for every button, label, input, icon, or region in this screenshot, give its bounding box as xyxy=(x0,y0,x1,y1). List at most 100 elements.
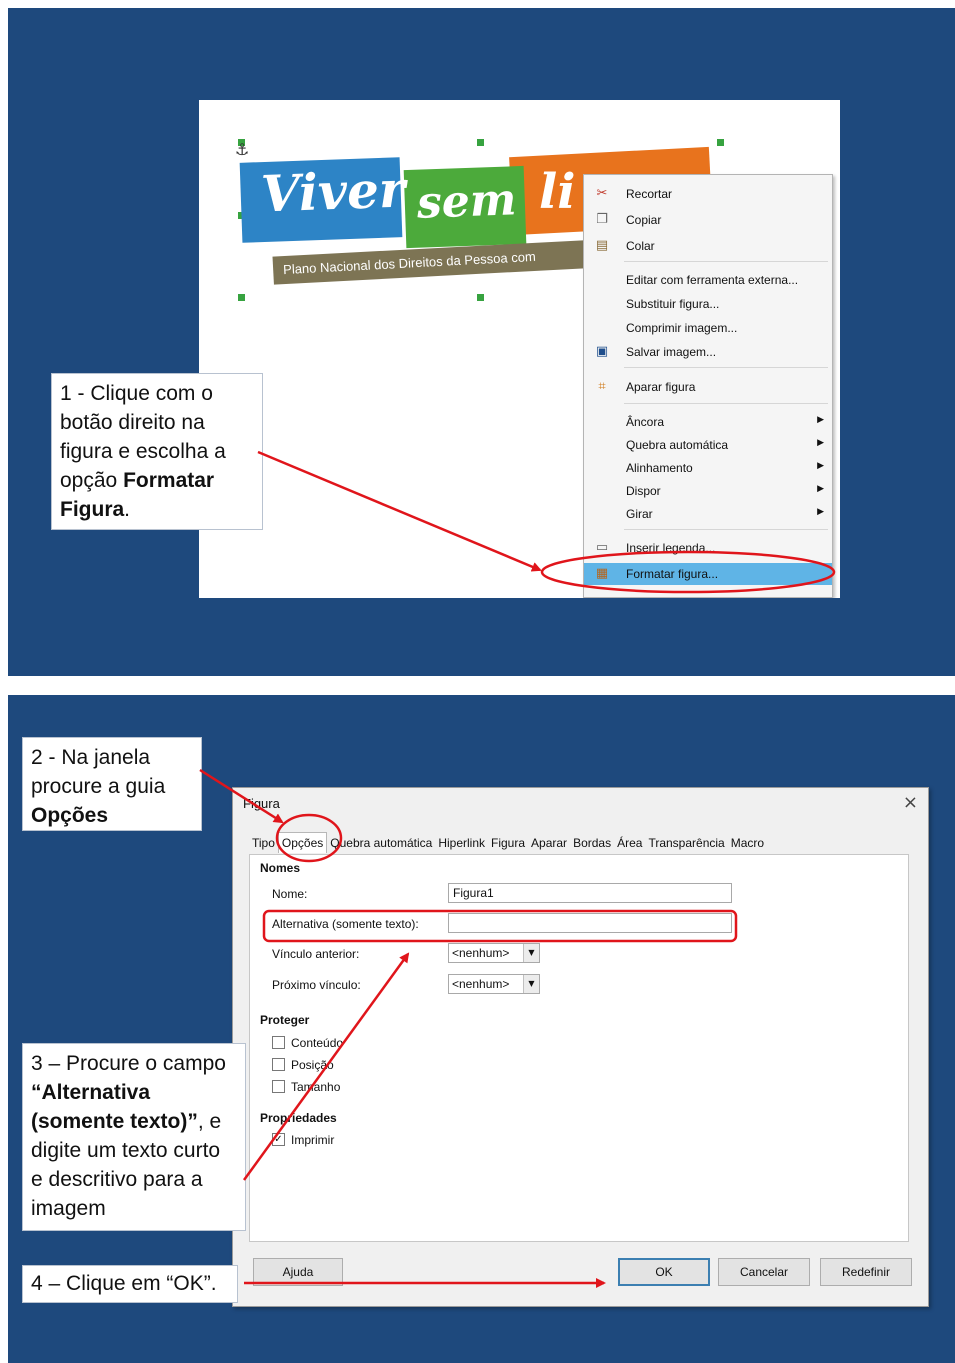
caption-icon: ▭ xyxy=(595,540,609,555)
close-icon[interactable]: × xyxy=(903,792,918,813)
dialog-tabs: Tipo Opções Quebra automática Hiperlink Figu… xyxy=(249,832,767,854)
menu-item[interactable]: ❐ Copiar xyxy=(584,209,832,231)
menu-item-label: Editar com ferramenta externa... xyxy=(626,273,799,287)
step3-line: imagem xyxy=(31,1197,106,1220)
dialog-tab[interactable]: Tipo xyxy=(249,833,278,853)
print-checkbox[interactable]: ✓ xyxy=(272,1133,285,1146)
dialog-tab[interactable]: Opções xyxy=(277,832,328,853)
prev-link-label: Vínculo anterior: xyxy=(272,947,360,961)
reset-button[interactable]: Redefinir xyxy=(820,1258,912,1286)
menu-item-label: Formatar figura... xyxy=(626,567,719,581)
next-link-select[interactable]: <nenhum> ▼ xyxy=(448,974,540,994)
step2-callout: 2 - Na janela procure a guia Opções xyxy=(22,737,202,831)
copy-icon: ❐ xyxy=(596,212,608,227)
menu-item[interactable]: ▦ Formatar figura... xyxy=(584,563,832,585)
chevron-right-icon: ▶ xyxy=(817,507,824,517)
crop-icon: ⌗ xyxy=(598,379,606,394)
selection-handle[interactable] xyxy=(477,294,484,301)
dialog-tab[interactable]: Transparência xyxy=(645,833,727,853)
alt-text-field[interactable] xyxy=(448,913,732,933)
protect-content-checkbox[interactable] xyxy=(272,1036,285,1049)
menu-item[interactable]: Editar com ferramenta externa... xyxy=(584,269,832,291)
menu-item-label: Âncora xyxy=(626,415,665,429)
ok-button[interactable]: OK xyxy=(618,1258,710,1286)
menu-separator xyxy=(624,403,828,404)
chevron-down-icon[interactable]: ▼ xyxy=(523,975,539,993)
dialog-title: Figura xyxy=(243,796,280,811)
step1-callout: 1 - Clique com o botão direito na figura… xyxy=(51,373,263,530)
menu-item-label: Inserir legenda... xyxy=(626,541,716,555)
chevron-right-icon: ▶ xyxy=(817,461,824,471)
dialog-tab[interactable]: Hiperlink xyxy=(435,833,488,853)
menu-item[interactable]: ✂ Recortar xyxy=(584,183,832,205)
cancel-button[interactable]: Cancelar xyxy=(718,1258,810,1286)
options-tab-page: Nomes Nome: Figura1 Alternativa (somente… xyxy=(249,854,909,1242)
menu-item[interactable]: Substituir figura... xyxy=(584,293,832,315)
protect-content-label: Conteúdo xyxy=(291,1036,344,1050)
prev-link-value: <nenhum> xyxy=(452,946,510,960)
menu-item-label: Girar xyxy=(626,507,653,521)
menu-item-label: Salvar imagem... xyxy=(626,345,717,359)
menu-separator xyxy=(624,529,828,530)
print-label: Imprimir xyxy=(291,1133,335,1147)
logo-word-limite: li xyxy=(539,164,576,220)
menu-item-label: Copiar xyxy=(626,213,662,227)
step3-line: 3 – Procure o campo xyxy=(31,1052,226,1075)
chevron-down-icon[interactable]: ▼ xyxy=(523,944,539,962)
writer-document-screenshot: ⚓ Viver sem li Plano Nacional dos Direit… xyxy=(199,100,840,598)
selection-handle[interactable] xyxy=(717,139,724,146)
section-names: Nomes xyxy=(260,861,301,875)
menu-item[interactable]: Alinhamento ▶ xyxy=(584,457,832,479)
menu-item-label: Quebra automática xyxy=(626,438,729,452)
menu-item-label: Comprimir imagem... xyxy=(626,321,738,335)
menu-item[interactable]: Comprimir imagem... xyxy=(584,317,832,339)
step2-4-panel: Figura × Tipo Opções Quebra automática Hipe… xyxy=(8,695,955,1363)
step2-line: procure a guia xyxy=(31,775,166,798)
menu-item[interactable]: Quebra automática ▶ xyxy=(584,434,832,456)
menu-item[interactable]: ⌗ Aparar figura xyxy=(584,376,832,398)
dialog-tab[interactable]: Quebra automática xyxy=(327,833,435,853)
step2-line: 2 - Na janela xyxy=(31,746,151,769)
protect-position-checkbox[interactable] xyxy=(272,1058,285,1071)
menu-item[interactable]: ▣ Salvar imagem... xyxy=(584,341,832,363)
menu-separator xyxy=(624,261,828,262)
chevron-right-icon: ▶ xyxy=(817,438,824,448)
section-properties: Propriedades xyxy=(260,1111,337,1125)
name-label: Nome: xyxy=(272,887,308,901)
help-button[interactable]: Ajuda xyxy=(253,1258,343,1286)
protect-position-label: Posição xyxy=(291,1058,334,1072)
dialog-tab[interactable]: Área xyxy=(614,833,645,853)
menu-item-label: Aparar figura xyxy=(626,380,696,394)
step1-line: opção xyxy=(60,469,124,492)
alt-text-label: Alternativa (somente texto): xyxy=(272,917,419,931)
anchor-icon: ⚓ xyxy=(235,140,250,159)
step3-line: e descritivo para a xyxy=(31,1168,203,1191)
save-icon: ▣ xyxy=(595,344,609,359)
dialog-tab[interactable]: Aparar xyxy=(528,833,570,853)
menu-item-label: Colar xyxy=(626,239,655,253)
step3-callout: 3 – Procure o campo “Alternativa (soment… xyxy=(22,1043,246,1231)
menu-item-label: Dispor xyxy=(626,484,661,498)
paste-icon: ▤ xyxy=(595,238,609,253)
selection-handle[interactable] xyxy=(477,139,484,146)
dialog-tab[interactable]: Figura xyxy=(488,833,528,853)
dialog-tab[interactable]: Macro xyxy=(728,833,767,853)
menu-item[interactable]: ▤ Colar xyxy=(584,235,832,257)
menu-item[interactable]: Girar ▶ xyxy=(584,503,832,525)
menu-item[interactable]: Âncora ▶ xyxy=(584,411,832,433)
menu-item[interactable]: ▭ Inserir legenda... xyxy=(584,537,832,559)
dialog-tab[interactable]: Bordas xyxy=(570,833,614,853)
step1-line: botão direito na xyxy=(60,411,205,434)
step1-bold: Formatar xyxy=(123,469,215,492)
menu-separator xyxy=(624,367,828,368)
chevron-right-icon: ▶ xyxy=(817,415,824,425)
name-field[interactable]: Figura1 xyxy=(448,883,732,903)
prev-link-select[interactable]: <nenhum> ▼ xyxy=(448,943,540,963)
menu-item[interactable]: Dispor ▶ xyxy=(584,480,832,502)
protect-size-checkbox[interactable] xyxy=(272,1080,285,1093)
menu-item-label: Alinhamento xyxy=(626,461,693,475)
logo-word-sem: sem xyxy=(416,174,518,229)
selection-handle[interactable] xyxy=(238,294,245,301)
step1-line: 1 - Clique com o xyxy=(60,382,213,405)
next-link-label: Próximo vínculo: xyxy=(272,978,361,992)
